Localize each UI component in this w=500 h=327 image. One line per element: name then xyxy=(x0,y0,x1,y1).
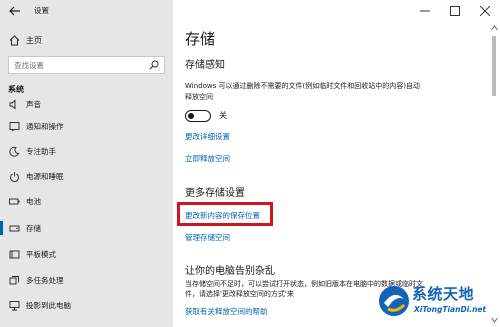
sidebar-item-power-sleep[interactable]: 电源和睡眠 xyxy=(0,166,173,186)
scroll-thumb[interactable] xyxy=(492,36,496,96)
page-title: 存储 xyxy=(185,30,216,48)
storage-sense-heading: 存储感知 xyxy=(185,60,225,71)
selection-indicator xyxy=(0,221,3,235)
storage-icon xyxy=(9,225,20,232)
sidebar-item-label: 声音 xyxy=(26,100,41,109)
sidebar: 设置 主页 系统 声音 通知和操作 专注助手 电源和睡眠 电池 存储 xyxy=(0,0,173,327)
free-space-help-link[interactable]: 获取有关释放空间的帮助 xyxy=(185,306,268,317)
sidebar-item-multitasking[interactable]: 多任务处理 xyxy=(0,270,173,290)
close-icon xyxy=(480,6,490,16)
sidebar-item-label: 存储 xyxy=(26,224,41,233)
sidebar-item-focus-assist[interactable]: 专注助手 xyxy=(0,141,173,161)
minimize-button[interactable] xyxy=(410,0,440,22)
sidebar-item-project-to-pc[interactable]: 投影到此电脑 xyxy=(0,295,173,315)
minimize-icon xyxy=(420,10,430,12)
sidebar-item-sound[interactable]: 声音 xyxy=(0,94,173,114)
project-icon xyxy=(9,301,20,311)
window-controls xyxy=(410,0,500,22)
notification-icon xyxy=(9,122,20,132)
sidebar-item-label: 电源和睡眠 xyxy=(26,172,64,181)
sidebar-item-tablet-mode[interactable]: 平板模式 xyxy=(0,244,173,264)
maximize-icon xyxy=(450,6,460,16)
sidebar-item-label: 专注助手 xyxy=(26,147,56,156)
sidebar-item-label: 投影到此电脑 xyxy=(26,301,71,310)
free-space-now-link[interactable]: 立即释放空间 xyxy=(185,153,230,164)
main-content: 存储 存储感知 Windows 可以通过删除不需要的文件(例如临时文件和回收站中… xyxy=(181,0,500,327)
more-storage-settings-heading: 更多存储设置 xyxy=(185,188,245,199)
storage-sense-description: Windows 可以通过删除不需要的文件(例如临时文件和回收站中的内容)自动释放… xyxy=(185,82,420,101)
search-box[interactable] xyxy=(8,56,165,74)
declutter-heading: 让你的电脑告别杂乱 xyxy=(185,266,275,277)
close-button[interactable] xyxy=(470,0,500,22)
battery-icon xyxy=(9,198,20,205)
search-icon[interactable] xyxy=(149,60,159,70)
sidebar-divider xyxy=(173,0,181,327)
watermark-main-text: 系统天地 xyxy=(412,285,475,303)
window-title: 设置 xyxy=(34,6,49,15)
watermark-logo-icon xyxy=(379,286,409,316)
home-label: 主页 xyxy=(26,36,42,45)
sidebar-item-battery[interactable]: 电池 xyxy=(0,191,173,211)
sidebar-item-label: 通知和操作 xyxy=(26,122,64,131)
sidebar-item-notifications[interactable]: 通知和操作 xyxy=(0,116,173,136)
title-bar: 设置 xyxy=(0,0,173,22)
sidebar-item-label: 多任务处理 xyxy=(26,276,64,285)
maximize-button[interactable] xyxy=(440,0,470,22)
home-icon xyxy=(9,35,20,46)
manage-storage-spaces-link[interactable]: 管理存储空间 xyxy=(185,232,230,243)
tablet-icon xyxy=(9,250,20,259)
sidebar-item-storage[interactable]: 存储 xyxy=(0,218,173,238)
highlight-annotation xyxy=(177,202,273,226)
search-input[interactable] xyxy=(9,57,147,73)
watermark: 系统天地 XiTongTianDi.net xyxy=(376,279,500,327)
multitask-icon xyxy=(9,276,19,285)
back-arrow-icon[interactable] xyxy=(8,4,22,18)
toggle-state-label: 关 xyxy=(219,111,227,120)
power-icon xyxy=(10,172,19,182)
sidebar-item-label: 平板模式 xyxy=(26,250,56,259)
watermark-sub-text: XiTongTianDi.net xyxy=(414,305,487,314)
sidebar-item-home[interactable]: 主页 xyxy=(0,32,173,50)
scroll-up-icon[interactable] xyxy=(491,24,498,32)
change-settings-link[interactable]: 更改详细设置 xyxy=(185,131,230,142)
toggle-knob xyxy=(188,112,194,119)
sidebar-item-label: 电池 xyxy=(26,197,41,206)
storage-sense-toggle[interactable] xyxy=(185,110,211,122)
moon-icon xyxy=(9,146,20,157)
speaker-icon xyxy=(9,99,16,110)
